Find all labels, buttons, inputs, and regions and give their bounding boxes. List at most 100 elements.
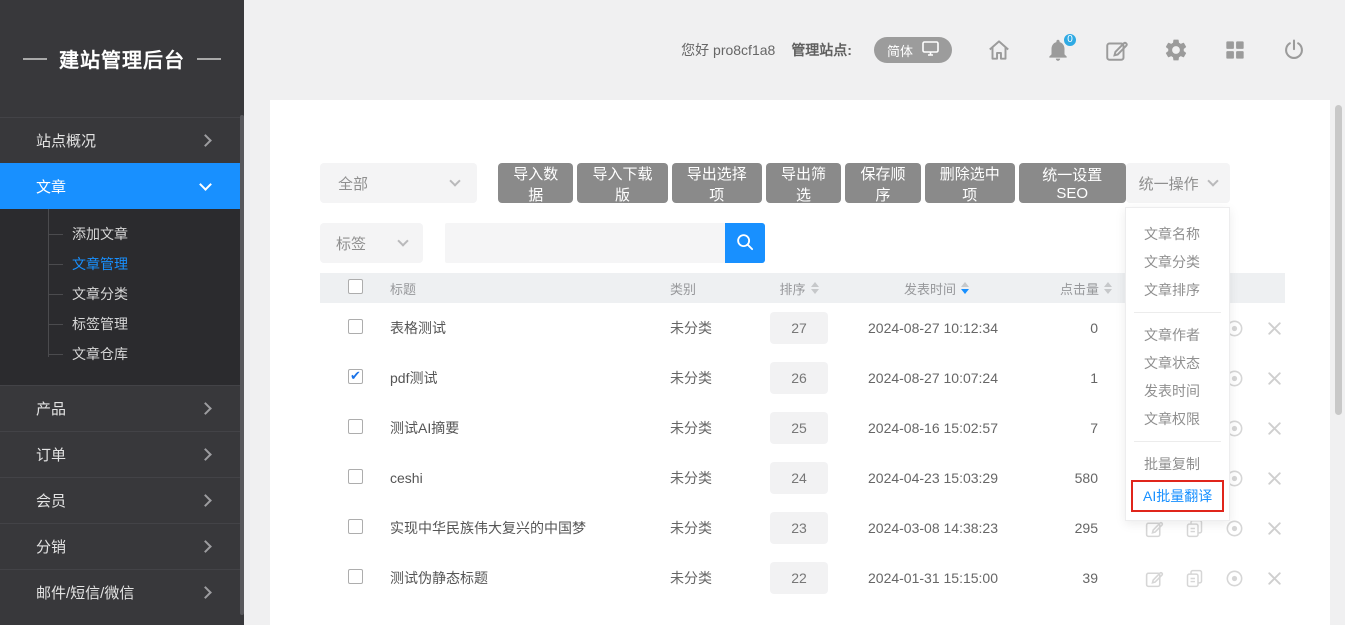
article-title[interactable]: 测试AI摘要 (364, 418, 644, 438)
tag-filter-select[interactable]: 标签 (320, 223, 423, 263)
menu-divider (1134, 312, 1221, 313)
order-input[interactable]: 23 (770, 512, 828, 544)
toolbar-button-0[interactable]: 导入数据 (498, 163, 573, 203)
page-scrollbar[interactable] (1335, 105, 1342, 415)
sidebar-item-4[interactable]: 会员 (0, 477, 244, 523)
order-input[interactable]: 26 (770, 362, 828, 394)
menu-item-1-3[interactable]: 文章权限 (1126, 405, 1229, 433)
menu-item-0-2[interactable]: 文章排序 (1126, 276, 1229, 304)
sidebar-item-label: 邮件/短信/微信 (36, 582, 134, 603)
sort-order-control[interactable] (811, 282, 819, 294)
sidebar-item-6[interactable]: 邮件/短信/微信 (0, 569, 244, 615)
article-category: 未分类 (644, 318, 744, 338)
toolbar: 全部 导入数据导入下载版导出选择项导出筛选保存顺序删除选中项统一设置SEO 统一… (320, 163, 1285, 203)
row-checkbox[interactable] (348, 369, 363, 384)
search-button[interactable] (725, 223, 765, 263)
menu-item-1-2[interactable]: 发表时间 (1126, 377, 1229, 405)
sidebar-subitem-1[interactable]: 文章管理 (0, 249, 244, 279)
sidebar-subitem-0[interactable]: 添加文章 (0, 219, 244, 249)
column-date: 发表时间 (854, 279, 1054, 298)
search-input[interactable] (445, 223, 725, 263)
article-category: 未分类 (644, 418, 744, 438)
sidebar-subitem-3[interactable]: 标签管理 (0, 309, 244, 339)
row-checkbox[interactable] (348, 519, 363, 534)
toolbar-buttons: 导入数据导入下载版导出选择项导出筛选保存顺序删除选中项统一设置SEO (498, 163, 1126, 203)
column-title: 标题 (364, 279, 644, 298)
article-title[interactable]: 表格测试 (364, 318, 644, 338)
sidebar-item-1[interactable]: 文章 (0, 163, 244, 209)
delete-x-icon[interactable] (1264, 368, 1285, 389)
apps-grid-icon[interactable] (1222, 37, 1248, 63)
row-checkbox[interactable] (348, 569, 363, 584)
article-title[interactable]: ceshi (364, 470, 644, 486)
order-input[interactable]: 27 (770, 312, 828, 344)
sidebar-item-label: 文章 (36, 176, 66, 197)
select-all-checkbox[interactable] (348, 279, 363, 294)
home-icon[interactable] (986, 37, 1012, 63)
article-title[interactable]: 测试伪静态标题 (364, 568, 644, 588)
menu-item-1-0[interactable]: 文章作者 (1126, 321, 1229, 349)
table-row-5: 测试伪静态标题 未分类 22 2024-01-31 15:15:00 39 (320, 553, 1285, 603)
sidebar-item-label: 会员 (36, 490, 66, 511)
edit-icon[interactable] (1144, 568, 1165, 589)
menu-divider (1134, 441, 1221, 442)
column-order: 排序 (744, 279, 854, 298)
sidebar-item-3[interactable]: 订单 (0, 431, 244, 477)
toolbar-button-3[interactable]: 导出筛选 (766, 163, 841, 203)
copy-icon[interactable] (1184, 568, 1205, 589)
toolbar-button-1[interactable]: 导入下载版 (577, 163, 667, 203)
row-checkbox[interactable] (348, 319, 363, 334)
settings-gear-icon[interactable] (1163, 37, 1189, 63)
sidebar-item-2[interactable]: 产品 (0, 385, 244, 431)
toolbar-button-5[interactable]: 删除选中项 (925, 163, 1015, 203)
delete-x-icon[interactable] (1264, 518, 1285, 539)
category-filter-select[interactable]: 全部 (320, 163, 477, 203)
sidebar-subitem-4[interactable]: 文章仓库 (0, 339, 244, 369)
delete-x-icon[interactable] (1264, 318, 1285, 339)
logo-dash-left (23, 58, 47, 60)
row-checkbox[interactable] (348, 469, 363, 484)
unified-actions-dropdown[interactable]: 统一操作 (1126, 163, 1230, 203)
delete-x-icon[interactable] (1264, 468, 1285, 489)
article-title[interactable]: pdf测试 (364, 368, 644, 388)
delete-x-icon[interactable] (1264, 568, 1285, 589)
language-switcher[interactable]: 简体 (874, 37, 952, 63)
sort-clicks-control[interactable] (1104, 282, 1112, 294)
toolbar-button-4[interactable]: 保存顺序 (845, 163, 920, 203)
sidebar: 建站管理后台 站点概况文章添加文章文章管理文章分类标签管理文章仓库产品订单会员分… (0, 0, 244, 625)
sidebar-item-5[interactable]: 分销 (0, 523, 244, 569)
publish-date: 2024-08-16 15:02:57 (854, 420, 1054, 436)
article-category: 未分类 (644, 368, 744, 388)
sort-date-control[interactable] (961, 282, 969, 294)
row-checkbox[interactable] (348, 419, 363, 434)
chevron-down-icon (199, 178, 212, 191)
sidebar-item-label: 订单 (36, 444, 66, 465)
publish-date: 2024-08-27 10:07:24 (854, 370, 1054, 386)
sidebar-subitem-2[interactable]: 文章分类 (0, 279, 244, 309)
delete-x-icon[interactable] (1264, 418, 1285, 439)
category-filter-value: 全部 (338, 173, 368, 194)
row-actions (1138, 568, 1285, 589)
publish-date: 2024-03-08 14:38:23 (854, 520, 1054, 536)
article-category: 未分类 (644, 518, 744, 538)
sidebar-item-0[interactable]: 站点概况 (0, 117, 244, 163)
view-eye-icon[interactable] (1224, 568, 1245, 589)
menu-item-0-1[interactable]: 文章分类 (1126, 248, 1229, 276)
order-input[interactable]: 24 (770, 462, 828, 494)
notification-badge: 0 (1062, 32, 1078, 48)
order-input[interactable]: 25 (770, 412, 828, 444)
toolbar-button-2[interactable]: 导出选择项 (672, 163, 762, 203)
app-title: 建站管理后台 (59, 44, 185, 73)
edit-icon[interactable] (1104, 37, 1130, 63)
notifications-bell-icon[interactable]: 0 (1045, 37, 1071, 63)
power-logout-icon[interactable] (1281, 37, 1307, 63)
order-input[interactable]: 22 (770, 562, 828, 594)
menu-item-1-1[interactable]: 文章状态 (1126, 349, 1229, 377)
sidebar-submenu: 添加文章文章管理文章分类标签管理文章仓库 (0, 209, 244, 385)
article-title[interactable]: 实现中华民族伟大复兴的中国梦 (364, 518, 644, 538)
toolbar-button-6[interactable]: 统一设置SEO (1019, 163, 1126, 203)
menu-item-2-1[interactable]: AI批量翻译 (1131, 480, 1224, 512)
menu-item-0-0[interactable]: 文章名称 (1126, 220, 1229, 248)
chevron-right-icon (199, 586, 212, 599)
menu-item-2-0[interactable]: 批量复制 (1126, 450, 1229, 478)
